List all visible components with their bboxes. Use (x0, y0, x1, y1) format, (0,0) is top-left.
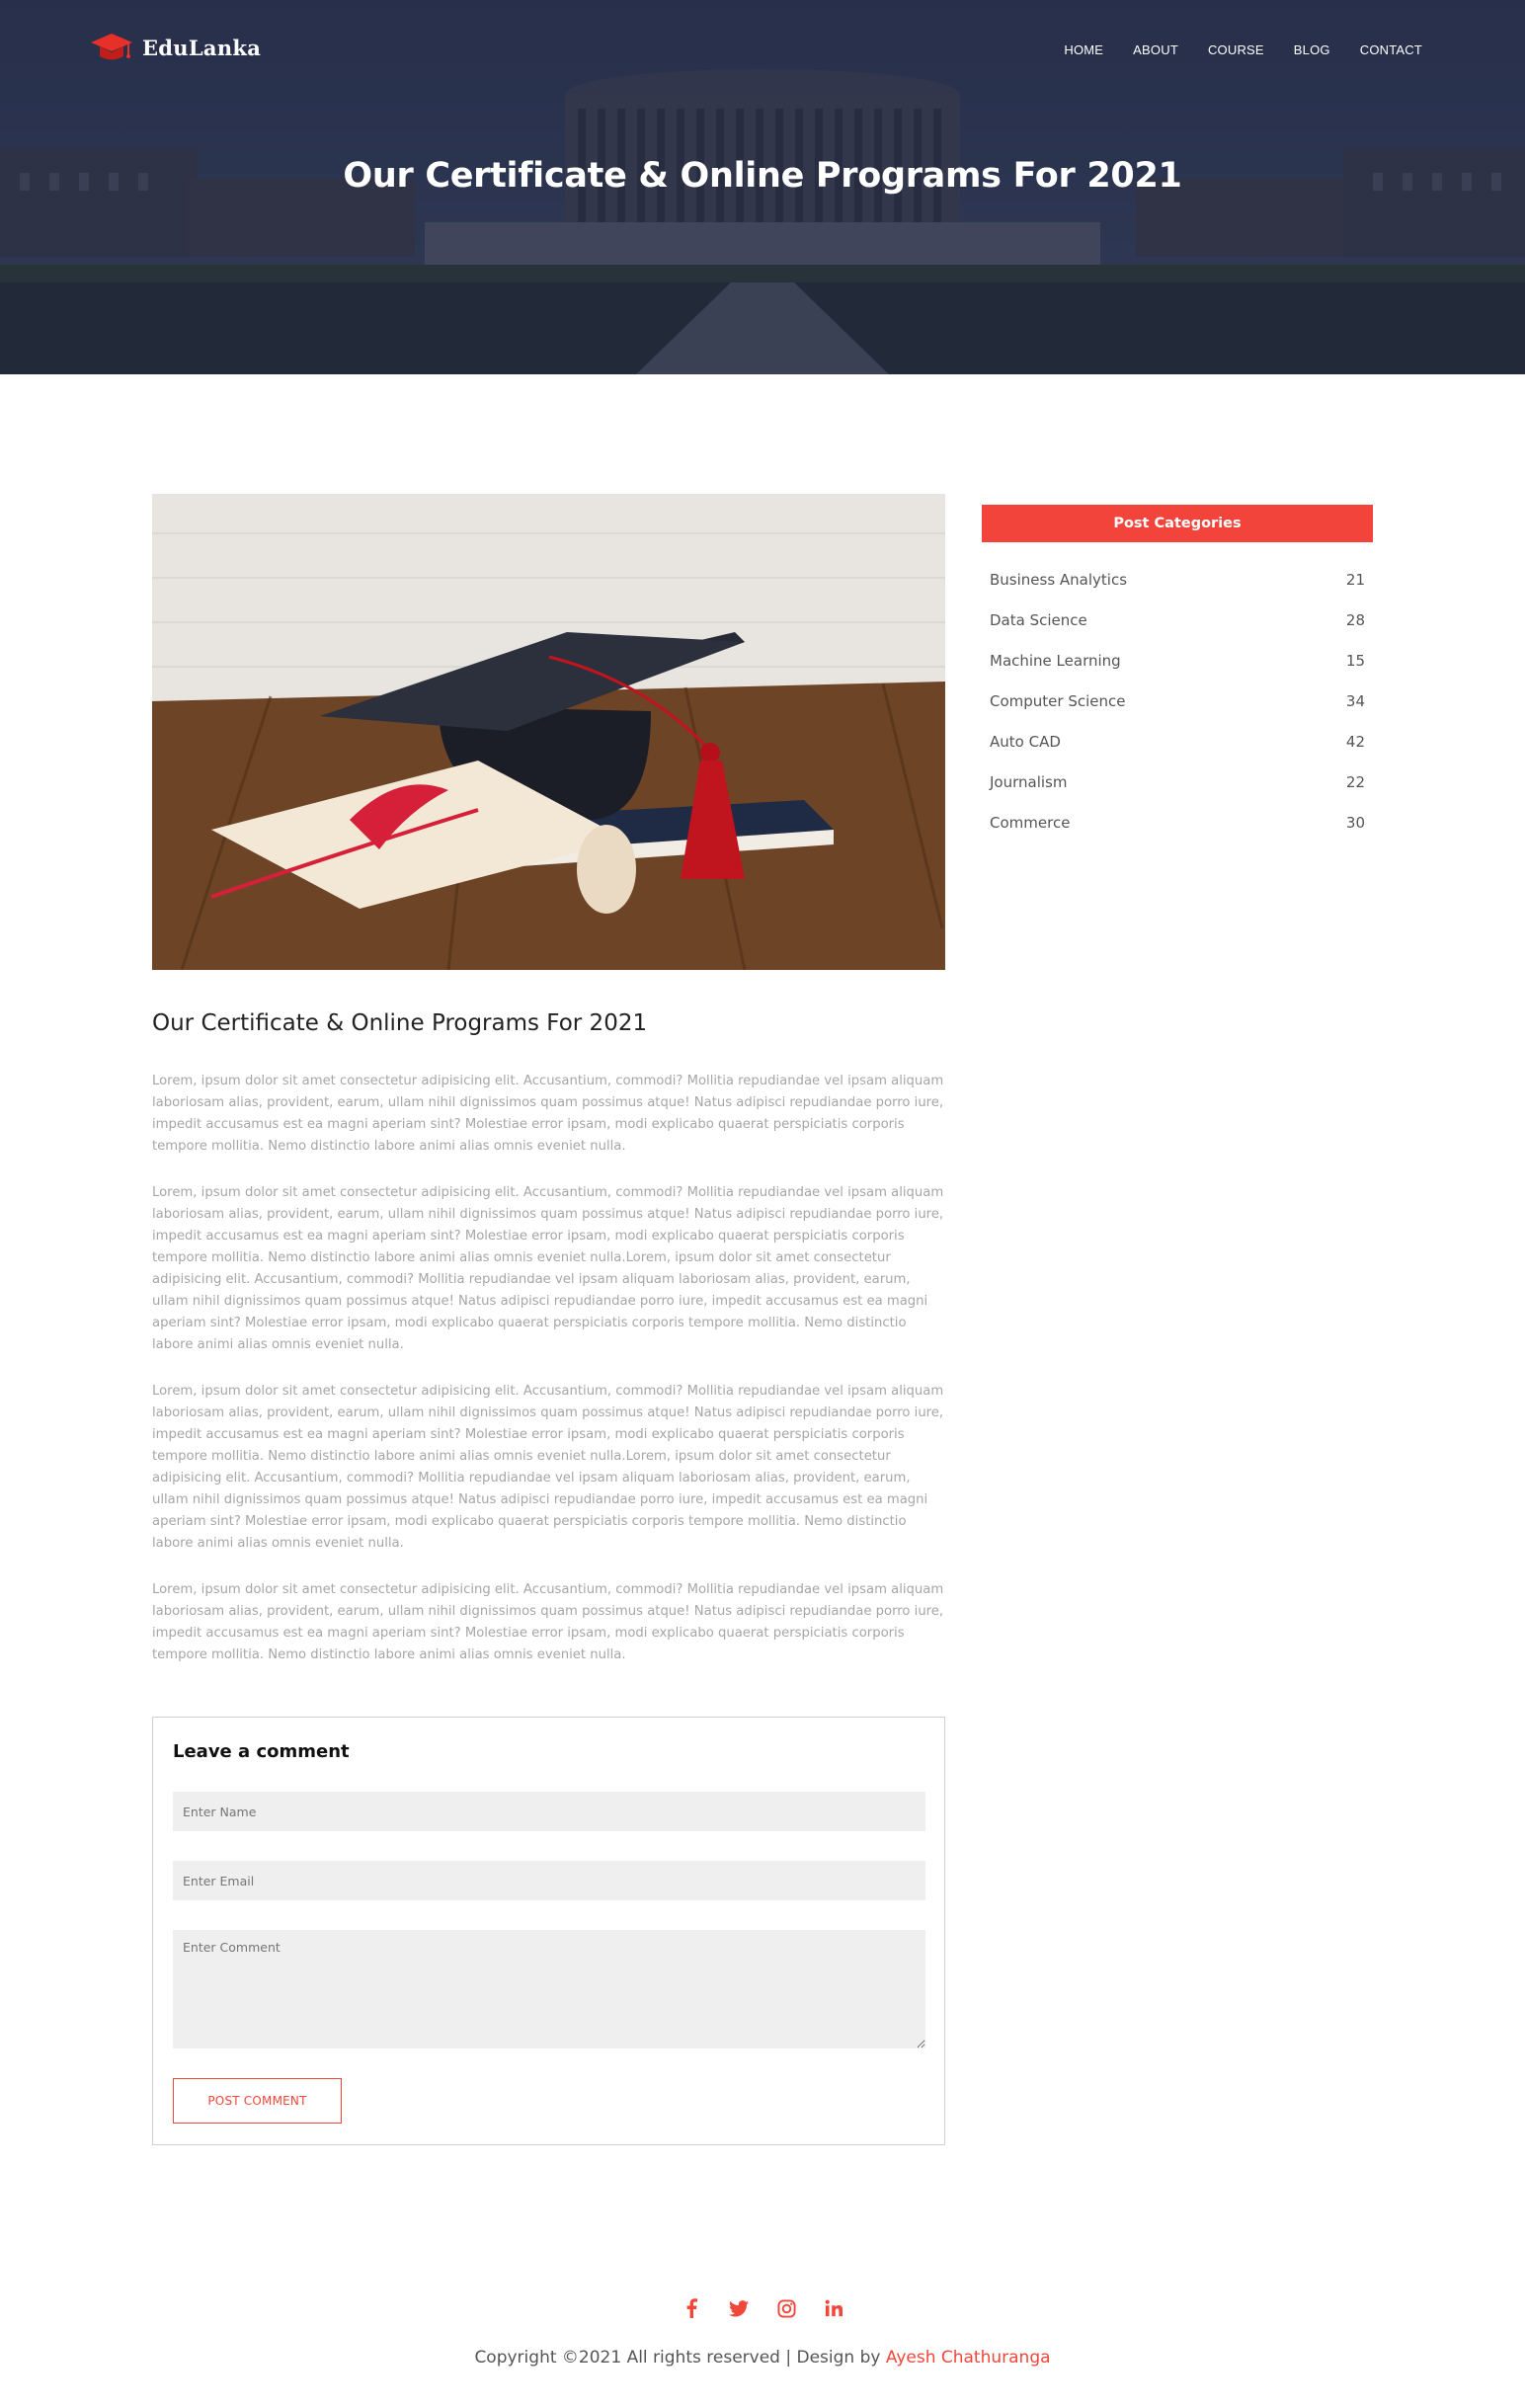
category-count: 34 (1345, 692, 1365, 710)
comment-form: Leave a comment POST COMMENT (152, 1717, 945, 2145)
category-label: Commerce (990, 814, 1071, 832)
article-paragraph: Lorem, ipsum dolor sit amet consectetur … (152, 1384, 944, 1551)
main-nav: HOME ABOUT COURSE BLOG CONTACT (1064, 42, 1422, 57)
comment-form-title: Leave a comment (173, 1741, 350, 1762)
category-count: 15 (1345, 652, 1365, 670)
category-item[interactable]: Auto CAD 42 (990, 733, 1365, 773)
post-categories-list: Business Analytics 21 Data Science 28 Mach… (990, 571, 1365, 854)
category-item[interactable]: Journalism 22 (990, 773, 1365, 814)
category-label: Computer Science (990, 692, 1126, 710)
category-label: Business Analytics (990, 571, 1128, 589)
email-input[interactable] (173, 1861, 925, 1900)
category-count: 21 (1345, 571, 1365, 589)
graduation-cap-icon (91, 34, 132, 60)
social-links (0, 2296, 1525, 2320)
article-paragraph: Lorem, ipsum dolor sit amet consectetur … (152, 1185, 944, 1352)
category-item[interactable]: Computer Science 34 (990, 692, 1365, 733)
hero-banner: EduLanka HOME ABOUT COURSE BLOG CONTACT … (0, 0, 1525, 374)
brand-name: EduLanka (142, 35, 262, 60)
category-item[interactable]: Business Analytics 21 (990, 571, 1365, 611)
category-label: Machine Learning (990, 652, 1121, 670)
nav-blog[interactable]: BLOG (1294, 42, 1330, 57)
nav-about[interactable]: ABOUT (1133, 42, 1178, 57)
copyright-text: Copyright ©2021 All rights reserved | De… (0, 2348, 1525, 2368)
category-label: Auto CAD (990, 733, 1061, 751)
linkedin-icon[interactable] (822, 2296, 845, 2320)
article-title: Our Certificate & Online Programs For 20… (152, 1010, 648, 1036)
article-featured-image (152, 494, 945, 970)
twitter-icon[interactable] (727, 2296, 751, 2320)
designer-link[interactable]: Ayesh Chathuranga (886, 2348, 1051, 2368)
category-count: 30 (1345, 814, 1365, 832)
comment-textarea[interactable] (173, 1930, 925, 2048)
hero-title: Our Certificate & Online Programs For 20… (343, 156, 1182, 196)
category-label: Journalism (990, 773, 1068, 791)
category-item[interactable]: Commerce 30 (990, 814, 1365, 854)
nav-home[interactable]: HOME (1064, 42, 1103, 57)
category-count: 28 (1345, 611, 1365, 629)
article-paragraph: Lorem, ipsum dolor sit amet consectetur … (152, 1582, 944, 1662)
brand-logo[interactable]: EduLanka (89, 30, 261, 65)
instagram-icon[interactable] (774, 2296, 798, 2320)
name-input[interactable] (173, 1792, 925, 1831)
graduation-cap-diploma-image (152, 494, 945, 970)
facebook-icon[interactable] (680, 2296, 703, 2320)
nav-course[interactable]: COURSE (1208, 42, 1264, 57)
category-count: 42 (1345, 733, 1365, 751)
category-item[interactable]: Machine Learning 15 (990, 652, 1365, 692)
category-label: Data Science (990, 611, 1087, 629)
category-item[interactable]: Data Science 28 (990, 611, 1365, 652)
article-body: Lorem, ipsum dolor sit amet consectetur … (152, 1071, 947, 1691)
post-comment-button[interactable]: POST COMMENT (173, 2078, 342, 2124)
copyright-label: Copyright ©2021 All rights reserved | De… (474, 2348, 881, 2368)
article-paragraph: Lorem, ipsum dolor sit amet consectetur … (152, 1074, 944, 1154)
nav-contact[interactable]: CONTACT (1360, 42, 1422, 57)
post-categories-header: Post Categories (982, 505, 1373, 542)
category-count: 22 (1345, 773, 1365, 791)
